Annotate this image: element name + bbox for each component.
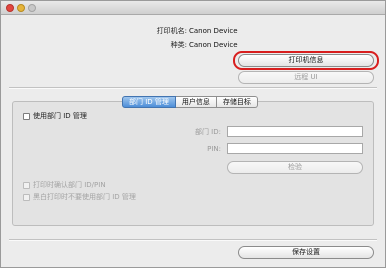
tab-bar: 部门 ID 管理 用户信息 存储目标 — [122, 96, 258, 108]
tab-department-id[interactable]: 部门 ID 管理 — [122, 96, 176, 108]
close-window-icon[interactable] — [6, 4, 14, 12]
top-divider — [9, 87, 377, 89]
title-bar — [1, 1, 385, 15]
zoom-window-icon[interactable] — [28, 4, 36, 12]
tab-user-info[interactable]: 用户信息 — [175, 96, 217, 108]
printer-type-row: 种类: Canon Device — [1, 40, 386, 50]
remote-ui-button[interactable]: 远程 UI — [238, 71, 374, 84]
confirm-on-print-label: 打印时确认部门 ID/PIN — [33, 181, 106, 189]
minimize-window-icon[interactable] — [17, 4, 25, 12]
bw-without-id-label: 黑白打印时不要使用部门 ID 管理 — [33, 193, 136, 201]
use-department-id-checkbox[interactable] — [23, 112, 30, 120]
use-department-id-label: 使用部门 ID 管理 — [33, 112, 87, 120]
bw-without-id-checkbox[interactable] — [23, 193, 30, 201]
printer-info-button[interactable]: 打印机信息 — [238, 54, 374, 67]
printer-type-label: 种类: — [170, 41, 187, 49]
printer-name-value: Canon Device — [189, 27, 238, 35]
verify-button[interactable]: 检验 — [227, 161, 363, 174]
pin-label: PIN: — [207, 145, 221, 153]
use-department-id-option[interactable]: 使用部门 ID 管理 — [23, 111, 87, 121]
printer-name-label: 打印机名: — [156, 27, 187, 35]
confirm-on-print-option[interactable]: 打印时确认部门 ID/PIN — [23, 180, 106, 190]
bottom-divider — [9, 239, 377, 241]
pin-field[interactable] — [227, 143, 363, 154]
printer-type-value: Canon Device — [189, 41, 238, 49]
department-id-field[interactable] — [227, 126, 363, 137]
tab-storage-destination[interactable]: 存储目标 — [216, 96, 258, 108]
bw-without-id-option[interactable]: 黑白打印时不要使用部门 ID 管理 — [23, 192, 136, 202]
department-id-label: 部门 ID: — [194, 128, 221, 136]
save-settings-button[interactable]: 保存设置 — [238, 246, 374, 259]
printer-settings-window: 打印机名: Canon Device 种类: Canon Device 打印机信… — [0, 0, 386, 268]
printer-name-row: 打印机名: Canon Device — [1, 26, 386, 36]
confirm-on-print-checkbox[interactable] — [23, 181, 30, 189]
